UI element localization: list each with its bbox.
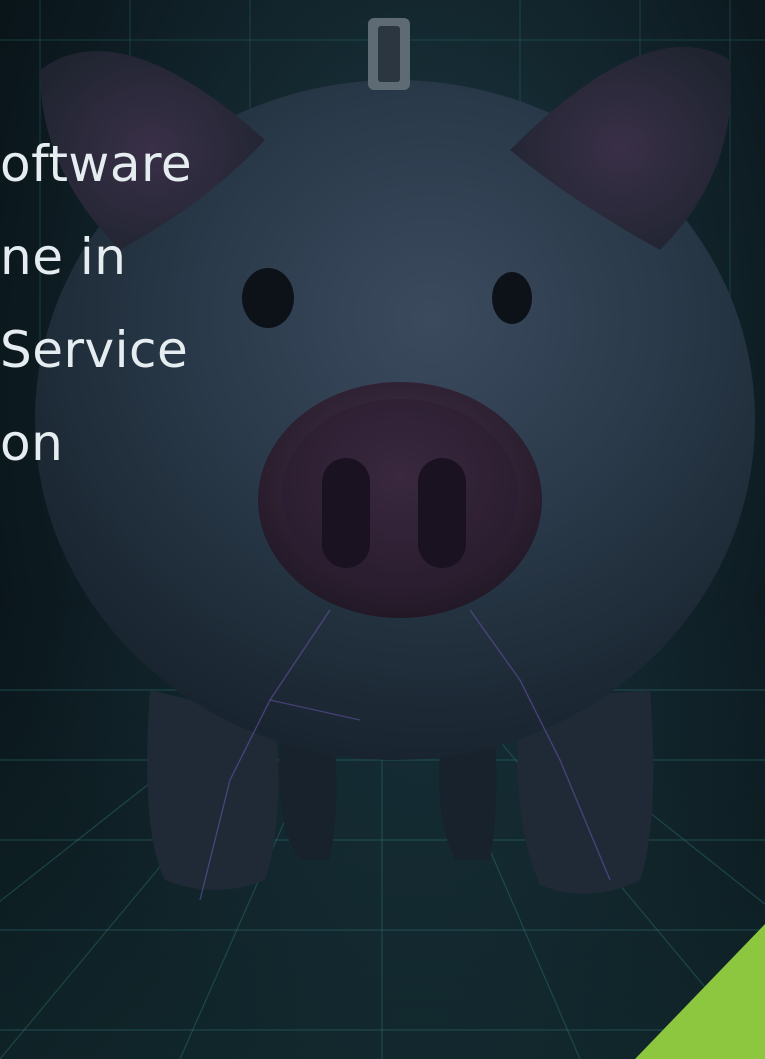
headline-line-1: oftware xyxy=(0,135,193,193)
nostril-left xyxy=(322,458,370,568)
nostril-right xyxy=(418,458,466,568)
headline-line-2: ne in xyxy=(0,228,127,286)
pig-eye-left xyxy=(242,268,294,328)
headline: oftware ne in Service on xyxy=(0,118,192,490)
headline-line-3: Service xyxy=(0,321,189,379)
hero-banner: oftware ne in Service on xyxy=(0,0,765,1059)
headline-line-4: on xyxy=(0,414,64,472)
pig-eye-right xyxy=(492,272,532,324)
accent-corner-triangle xyxy=(635,924,765,1059)
